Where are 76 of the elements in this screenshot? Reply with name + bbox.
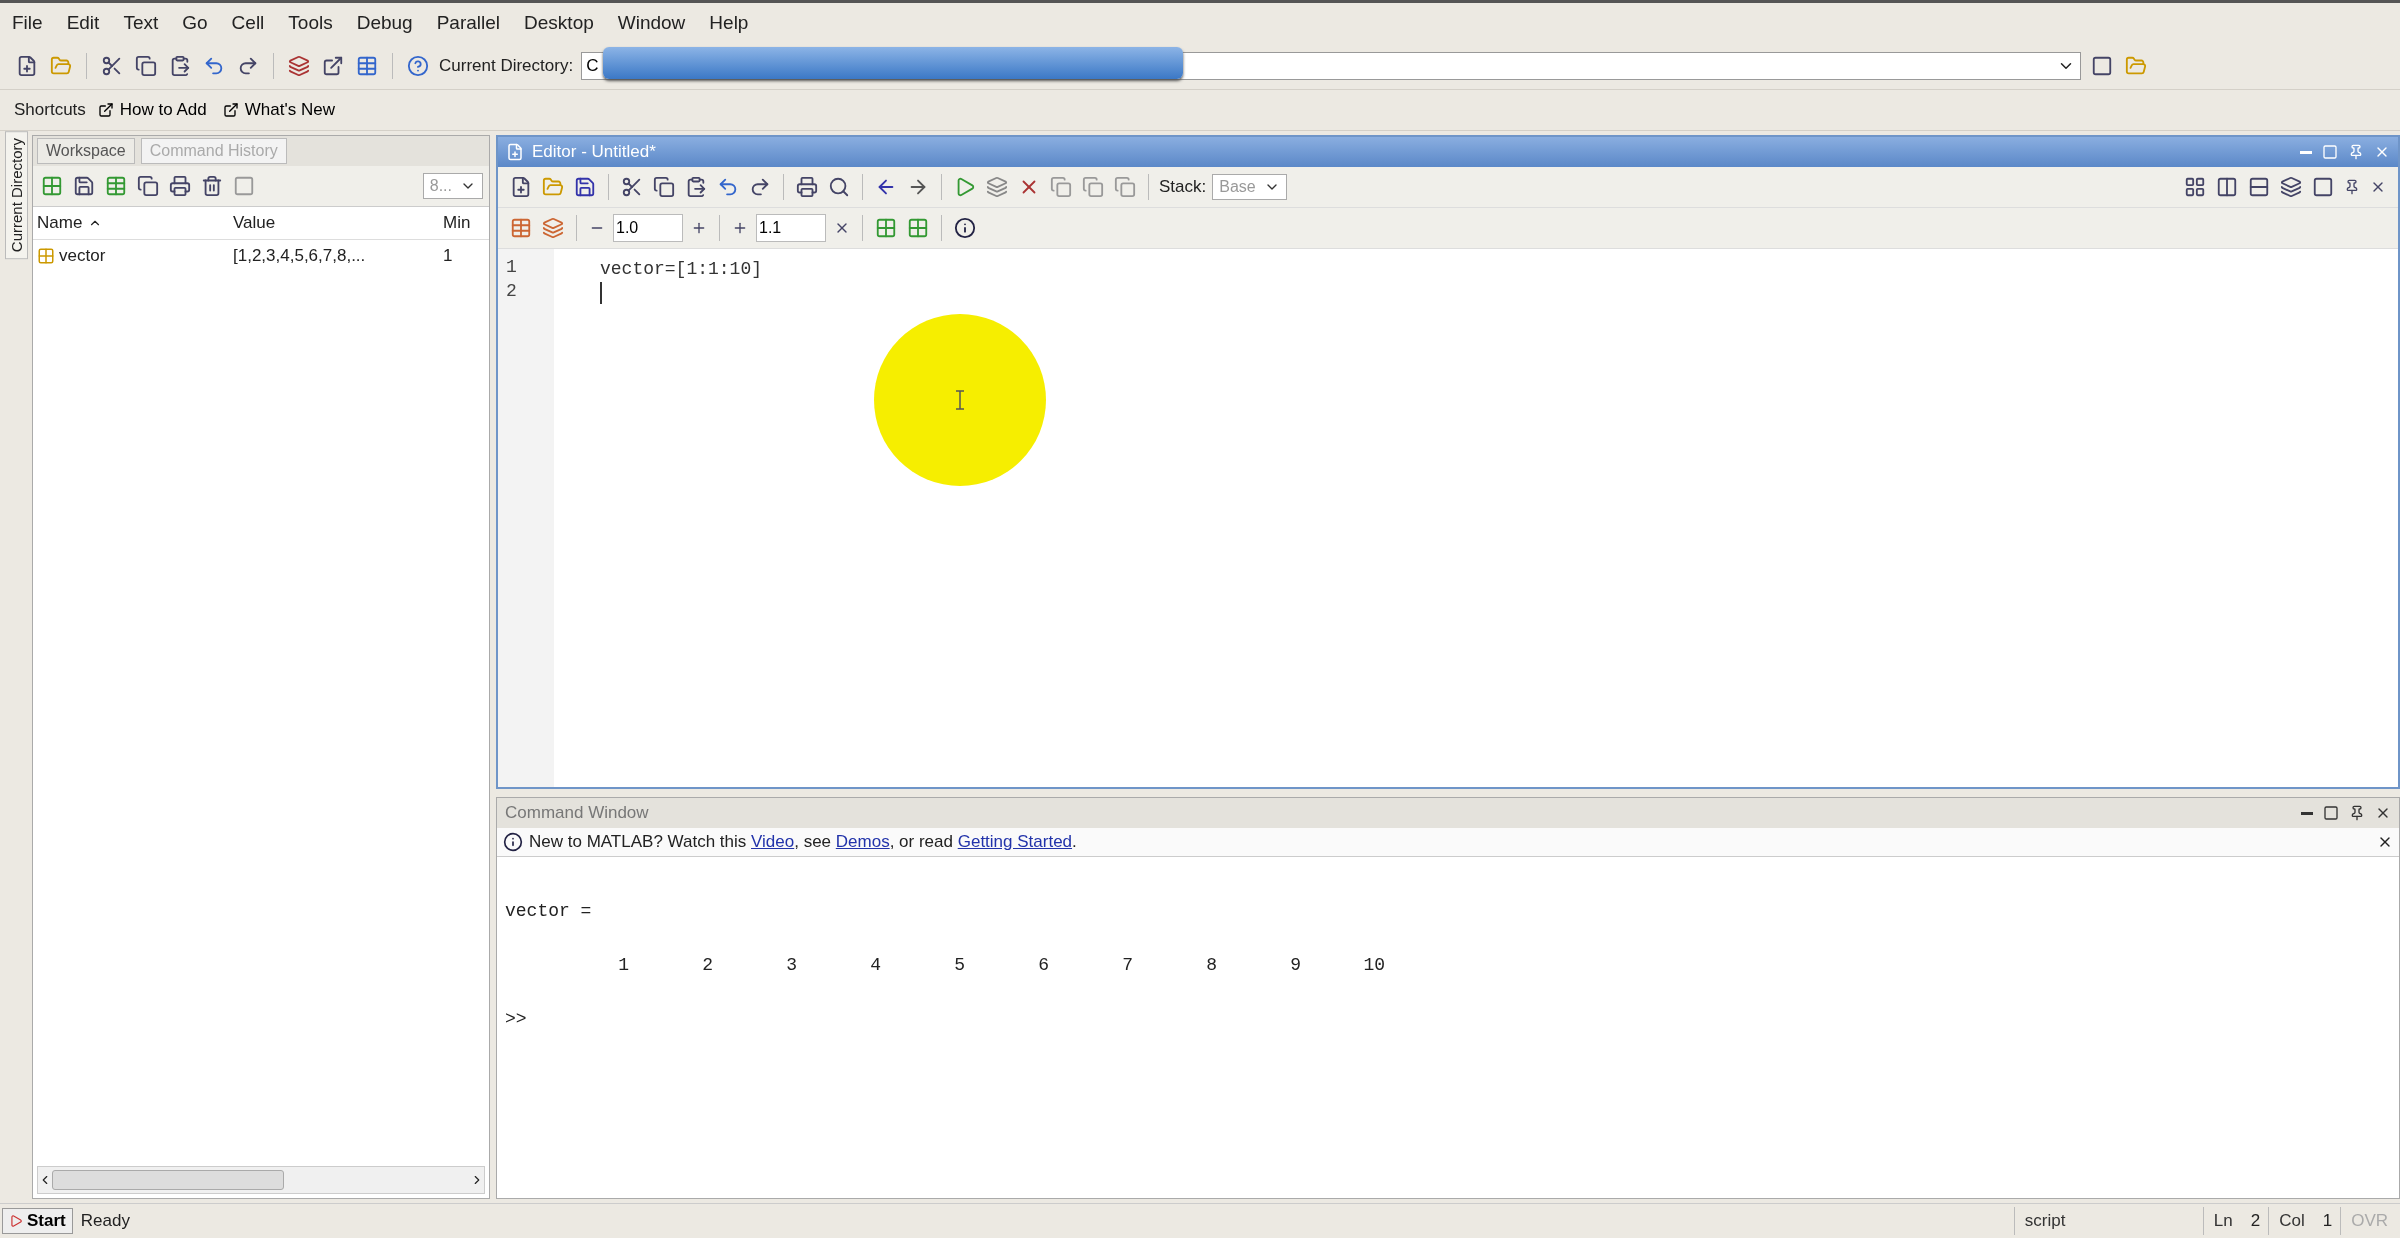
overwrite-indicator: OVR (2340, 1207, 2398, 1235)
column-header[interactable]: Min (439, 207, 489, 240)
menu-item[interactable]: Tools (288, 12, 333, 34)
panel-title: Command Window (505, 803, 649, 823)
table-cell-text: 1 (442, 245, 454, 267)
output-value: 3 (785, 955, 797, 975)
column-header[interactable]: Value (229, 207, 439, 240)
menu-item[interactable]: Debug (356, 12, 413, 34)
link[interactable]: Demos (835, 832, 890, 851)
output-value: 9 (1289, 955, 1301, 975)
shortcut-icon (97, 102, 114, 118)
help-icon[interactable] (405, 53, 431, 79)
panel-tab[interactable]: Workspace (37, 138, 135, 164)
line-number: 2 (505, 281, 518, 303)
copy-icon[interactable] (135, 173, 161, 199)
start-button[interactable]: Start (2, 1208, 73, 1234)
status-mode: script (2013, 1207, 2195, 1235)
info-icon (503, 832, 523, 852)
menu-item[interactable]: Text (123, 12, 159, 34)
column-label: Col (2268, 1207, 2315, 1235)
start-icon (9, 1214, 23, 1228)
link[interactable]: Video (751, 832, 795, 851)
info-icon[interactable] (952, 215, 978, 241)
output-value: 2 (701, 955, 713, 975)
table-cell-text: [1,2,3,4,5,6,7,8,... (232, 245, 367, 267)
output-text: vector = (505, 901, 593, 921)
copy-icon[interactable] (133, 53, 159, 79)
print-icon[interactable] (794, 174, 820, 200)
maximize-icon (2322, 144, 2338, 160)
shortcut-button[interactable]: What's New (218, 98, 339, 122)
layers-icon[interactable] (286, 53, 312, 79)
output-value: 4 (869, 955, 881, 975)
menu-item[interactable]: Help (709, 12, 749, 34)
link[interactable]: Getting Started (957, 832, 1073, 851)
shortcut-button[interactable]: How to Add (93, 98, 211, 122)
minimize-icon[interactable] (2301, 811, 2313, 815)
code-line: vector=[1:1:10] (599, 259, 763, 279)
number-field[interactable]: 1.1 (756, 214, 826, 242)
document-icon (506, 143, 524, 161)
table-cell: vector (59, 246, 106, 266)
scrollbar[interactable] (37, 1166, 485, 1194)
output-value: 10 (1362, 955, 1385, 975)
array-icon (37, 247, 55, 265)
text-cursor-icon (955, 390, 965, 410)
menu-item[interactable]: Go (182, 12, 208, 34)
menu-item[interactable]: Desktop (524, 12, 594, 34)
line-number: 1 (505, 257, 518, 279)
menu-item[interactable]: Parallel (436, 12, 501, 34)
shortcuts-label: Shortcuts (14, 100, 86, 120)
shortcut-icon (222, 102, 239, 118)
column-value: 1 (2322, 1211, 2333, 1231)
copy-icon[interactable] (651, 174, 677, 200)
number-field[interactable]: 1.0 (613, 214, 683, 242)
menu-item[interactable]: Window (617, 12, 686, 34)
maximize-icon (2323, 805, 2339, 821)
output-value: 7 (1121, 955, 1133, 975)
line-value: 2 (2250, 1211, 2261, 1231)
output-value: 5 (953, 955, 965, 975)
output-value: 6 (1037, 955, 1049, 975)
menu-item[interactable]: Edit (66, 12, 100, 34)
notice-text: New to MATLAB? Watch this Video, see Demos, or read Getting Started. (529, 832, 1077, 852)
command-prompt: >> (505, 1009, 528, 1029)
current-directory-label: Current Directory: (439, 56, 574, 76)
print-icon[interactable] (167, 173, 193, 199)
stack-label: Stack: (1159, 177, 1207, 197)
menu-item[interactable]: File (12, 12, 43, 34)
column-header[interactable]: Name (33, 207, 229, 240)
side-tab[interactable]: Current Directory (4, 131, 28, 260)
line-label: Ln (2202, 1207, 2243, 1235)
output-value: 1 (617, 955, 629, 975)
undock-icon (2349, 805, 2365, 821)
undock-icon (2348, 144, 2364, 160)
status-text: Ready (80, 1211, 130, 1231)
editor-title: Editor - Untitled* (532, 142, 656, 162)
output-value: 8 (1205, 955, 1217, 975)
menu-item[interactable]: Cell (231, 12, 265, 34)
